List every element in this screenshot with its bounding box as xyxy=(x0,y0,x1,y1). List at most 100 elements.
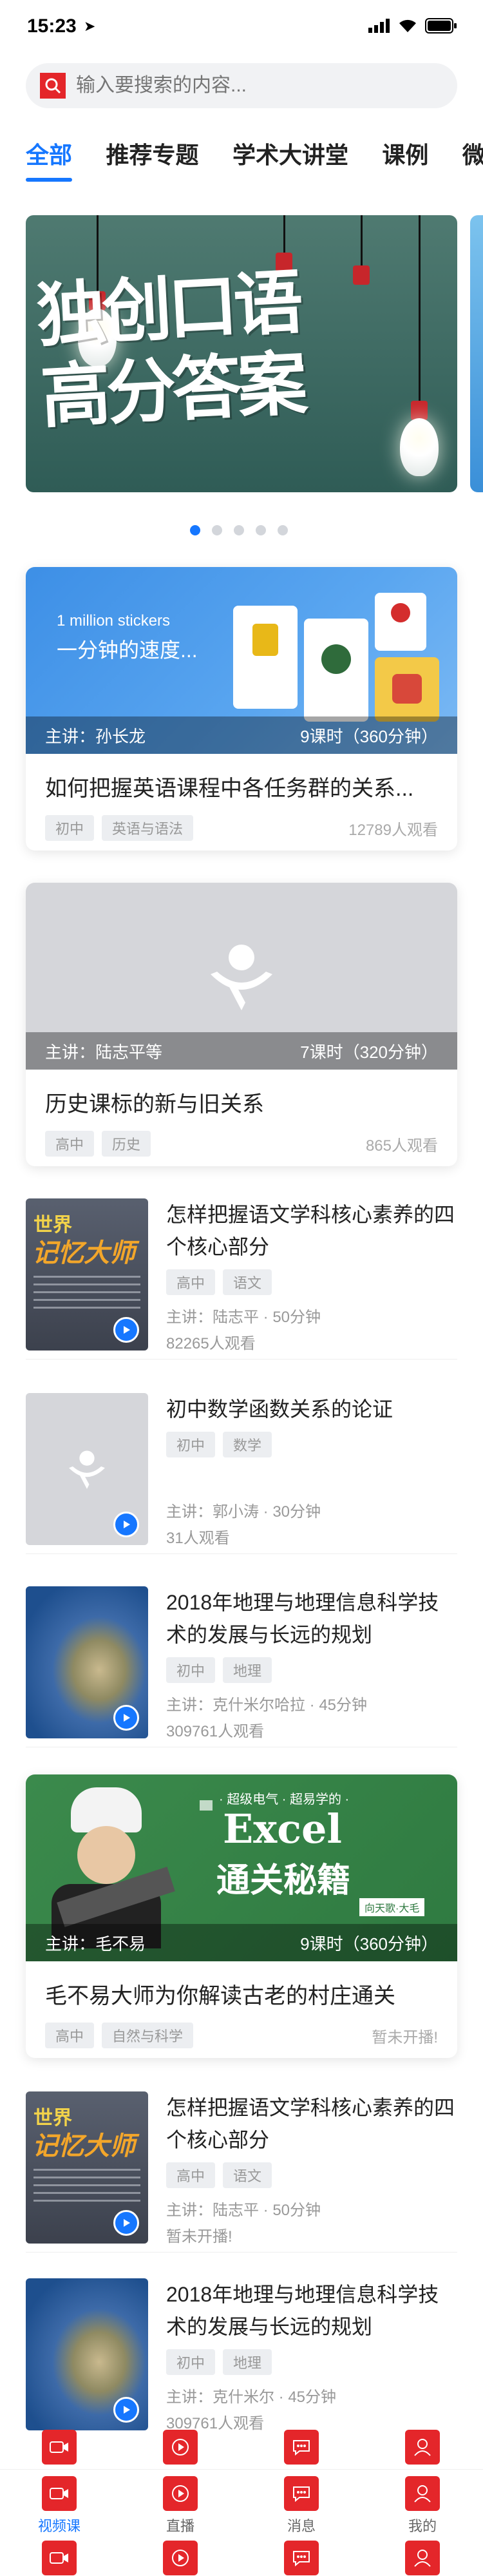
bottom-tab-bar: 视频课 直播 消息 我的 xyxy=(0,2430,483,2576)
video-icon xyxy=(42,2541,77,2575)
course-thumbnail xyxy=(26,1586,148,1738)
tabbar-label: 我的 xyxy=(408,2518,437,2534)
battery-icon xyxy=(425,18,457,34)
duration: 50分钟 xyxy=(272,1309,321,1326)
app-logo-icon xyxy=(69,1450,105,1489)
tabbar-item-video[interactable]: 视频课 xyxy=(11,2430,108,2575)
lecturer-duration: 主讲：陆志平 · 50分钟 xyxy=(166,2202,321,2219)
lecturer: 主讲：孙长龙 xyxy=(45,726,146,746)
tab-cases[interactable]: 课例 xyxy=(382,137,428,170)
course-card[interactable]: · 超级电气 · 超易学的 · Excel 通关秘籍 向天歌·大毛 主讲：毛不易… xyxy=(26,1774,457,2058)
lecturer: 主讲：克什米尔 xyxy=(166,2389,274,2406)
course-card[interactable]: 主讲：陆志平等 7课时（320分钟） 历史课标的新与旧关系 高中 历史 865人… xyxy=(26,883,457,1166)
status-bar: 15:23 ➤ xyxy=(0,0,483,57)
list-item[interactable]: 2018年地理与地理信息科学技术的发展与长远的规划 初中 地理 主讲：克什米尔哈… xyxy=(26,1586,457,1747)
banner-next-slide[interactable] xyxy=(470,215,483,492)
carousel-dot[interactable] xyxy=(190,525,200,535)
category-tabs: 全部 推荐专题 学术大讲堂 课例 微 xyxy=(26,137,483,182)
status-icons xyxy=(368,18,457,34)
tag: 地理 xyxy=(223,2349,272,2375)
lecturer: 主讲：陆志平 xyxy=(166,1309,259,1326)
lecturer-duration: 主讲：陆志平 · 50分钟 xyxy=(166,1309,321,1326)
list-item[interactable]: 2018年地理与地理信息科学技术的发展与长远的规划 初中 地理 主讲：克什米尔 … xyxy=(26,2278,457,2439)
lecturer-duration: 主讲：郭小涛 · 30分钟 xyxy=(166,1503,321,1521)
thumb-title: 记忆大师 xyxy=(32,1239,135,1267)
play-icon[interactable] xyxy=(113,2210,139,2236)
banner-carousel-slide[interactable]: 独创口语 高分答案 xyxy=(26,215,457,492)
tag: 初中 xyxy=(166,1657,216,1683)
sticker-card xyxy=(375,593,426,651)
tag: 高中 xyxy=(166,1269,216,1295)
play-icon[interactable] xyxy=(113,2397,139,2423)
duration: 50分钟 xyxy=(272,2202,321,2219)
course-title: 如何把握英语课程中各任务群的关系... xyxy=(45,776,414,801)
course-title: 历史课标的新与旧关系 xyxy=(45,1092,264,1117)
user-icon xyxy=(405,2476,440,2511)
tabbar-item-messages[interactable]: 消息 xyxy=(253,2430,350,2575)
banner-line-2: 高分答案 xyxy=(39,343,306,438)
carousel-dot[interactable] xyxy=(256,525,266,535)
tabbar-item-profile[interactable]: 我的 xyxy=(374,2430,471,2575)
tag: 初中 xyxy=(45,815,95,841)
course-thumbnail-placeholder xyxy=(26,1393,148,1545)
play-icon[interactable] xyxy=(113,1705,139,1731)
course-cover: 1 million stickers 一分钟的速度... 主讲：孙长龙 9课时（… xyxy=(26,567,457,754)
course-hours: 9课时（360分钟） xyxy=(300,726,438,746)
tabbar-label: 视频课 xyxy=(37,2518,80,2534)
excel-icon xyxy=(200,1800,213,1811)
search-input[interactable] xyxy=(76,75,437,97)
tag: 高中 xyxy=(45,2023,95,2048)
live-status: 暂未开播! xyxy=(372,2028,438,2046)
course-card[interactable]: 1 million stickers 一分钟的速度... 主讲：孙长龙 9课时（… xyxy=(26,567,457,851)
carousel-indicator xyxy=(190,525,288,535)
status-time: 15:23 xyxy=(27,15,77,37)
message-icon xyxy=(284,2476,319,2511)
tag: 高中 xyxy=(166,2162,216,2188)
list-item[interactable]: 世界 记忆大师 怎样把握语文学科核心素养的四个核心部分 高中 语文 主讲：陆志平… xyxy=(26,2091,457,2253)
tabbar-item-live[interactable]: 直播 xyxy=(132,2430,229,2575)
app-logo-icon xyxy=(211,945,272,1010)
duration: 45分钟 xyxy=(288,2389,337,2406)
cover-caption: 1 million stickers xyxy=(57,612,171,630)
course-title: 2018年地理与地理信息科学技术的发展与长远的规划 xyxy=(166,1591,439,1646)
course-info-bar: 主讲：毛不易 9课时（360分钟） xyxy=(26,1924,457,1961)
sticker-card xyxy=(304,619,368,722)
course-title: 初中数学函数关系的论证 xyxy=(166,1398,393,1421)
tag: 历史 xyxy=(102,1131,151,1157)
carousel-dot[interactable] xyxy=(278,525,288,535)
tab-recommended[interactable]: 推荐专题 xyxy=(106,137,198,170)
video-icon xyxy=(42,2430,77,2465)
live-icon xyxy=(163,2476,198,2511)
lightbulb-icon xyxy=(400,418,439,476)
sticker-card xyxy=(233,606,298,709)
play-icon[interactable] xyxy=(113,1317,139,1343)
duration: 45分钟 xyxy=(319,1697,368,1714)
lecturer: 主讲：毛不易 xyxy=(45,1934,146,1954)
live-icon xyxy=(163,2430,198,2465)
message-icon xyxy=(284,2541,319,2575)
view-count: 82265人观看 xyxy=(166,1335,256,1352)
list-item[interactable]: 初中数学函数关系的论证 初中 数学 主讲：郭小涛 · 30分钟 31人观看 xyxy=(26,1393,457,1554)
course-cover-placeholder: 主讲：陆志平等 7课时（320分钟） xyxy=(26,883,457,1070)
course-info-bar: 主讲：陆志平等 7课时（320分钟） xyxy=(26,1032,457,1070)
list-item[interactable]: 世界 记忆大师 怎样把握语文学科核心素养的四个核心部分 高中 语文 主讲：陆志平… xyxy=(26,1198,457,1360)
tab-micro[interactable]: 微 xyxy=(462,137,483,170)
play-icon[interactable] xyxy=(113,1512,139,1537)
tab-lectures[interactable]: 学术大讲堂 xyxy=(232,137,348,170)
tag: 数学 xyxy=(223,1432,272,1457)
tag: 地理 xyxy=(223,1657,272,1683)
banner-headline: 独创口语 高分答案 xyxy=(35,258,377,438)
tab-all[interactable]: 全部 xyxy=(26,137,73,182)
course-cover: · 超级电气 · 超易学的 · Excel 通关秘籍 向天歌·大毛 主讲：毛不易… xyxy=(26,1774,457,1961)
search-bar[interactable] xyxy=(26,63,457,108)
course-info: 如何把握英语课程中各任务群的关系... 初中 英语与语法 12789人观看 xyxy=(26,754,457,851)
course-title: 2018年地理与地理信息科学技术的发展与长远的规划 xyxy=(166,2283,439,2338)
tag: 语文 xyxy=(223,1269,272,1295)
course-title: 怎样把握语文学科核心素养的四个核心部分 xyxy=(166,2096,455,2151)
carousel-dot[interactable] xyxy=(212,525,222,535)
lecturer-duration: 主讲：克什米尔 · 45分钟 xyxy=(166,2389,337,2406)
tag: 初中 xyxy=(166,1432,216,1457)
carousel-dot[interactable] xyxy=(234,525,244,535)
search-icon xyxy=(40,73,66,99)
course-title: 怎样把握语文学科核心素养的四个核心部分 xyxy=(166,1203,455,1258)
